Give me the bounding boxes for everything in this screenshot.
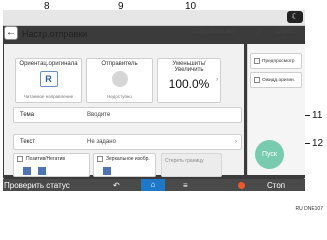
tile-sender-sub: Недоступно	[107, 94, 132, 99]
subject-row[interactable]: Тема Вводите	[13, 107, 242, 123]
negative-thumb-icon	[38, 167, 46, 175]
mirror-thumb-icon	[103, 167, 111, 175]
home-icon[interactable]: ⌂	[141, 179, 165, 191]
checkbox-icon[interactable]	[17, 156, 23, 162]
tile-orient-sub: Читаемое направление	[23, 94, 74, 99]
preview-label: Предпросмотр	[262, 59, 295, 64]
option-mirror-image[interactable]: Зеркальное изобр.	[93, 153, 156, 177]
chevron-right-icon: ›	[216, 77, 218, 83]
preview-option[interactable]: Предпросмотр	[250, 53, 302, 69]
slash-icon: ⁄⁄	[258, 27, 261, 36]
chevron-right-icon: ›	[235, 139, 237, 145]
option-posneg-label: Позитив/Негатив	[26, 156, 66, 162]
check-status-button[interactable]: Проверить статус	[4, 181, 70, 190]
start-button[interactable]: Пуск	[255, 140, 284, 169]
tile-zoom-label: Уменьшить/Увеличить	[172, 61, 206, 73]
tile-reduce-enlarge[interactable]: Уменьшить/Увеличить 100.0% ›	[157, 58, 221, 103]
wait-original-label: Ожидд.оригин.	[262, 78, 295, 83]
option-mirror-label: Зеркальное изобр.	[106, 156, 150, 162]
figure-code: RU DNE107	[295, 206, 323, 212]
person-icon	[111, 71, 128, 87]
option-erase-border[interactable]: Стереть границу	[161, 153, 222, 177]
callout-11: 11	[312, 110, 323, 121]
option-positive-negative[interactable]: Позитив/Негатив	[13, 153, 90, 177]
subject-value: Вводите	[87, 112, 111, 118]
tile-sender[interactable]: Отправитель Недоступно	[86, 58, 153, 103]
zoom-value: 100.0%	[168, 77, 210, 91]
page-title: Настр.отправки	[22, 29, 88, 39]
callout-12: 12	[312, 138, 324, 149]
moon-icon[interactable]: ☾	[287, 11, 303, 23]
orientation-r-icon: R	[39, 71, 58, 87]
option-erase-label: Стереть границу	[165, 158, 204, 164]
checkbox-icon[interactable]	[254, 58, 260, 64]
tile-original-orientation[interactable]: Ориентац.оригинала R Читаемое направлени…	[15, 58, 82, 103]
back-button[interactable]: ←	[4, 26, 18, 40]
tile-sender-label: Отправитель	[101, 61, 138, 67]
menu-icon[interactable]: ≡	[183, 181, 188, 190]
checkbox-icon[interactable]	[254, 77, 260, 83]
reset-button[interactable]: Сброс	[276, 29, 293, 35]
text-value: Не задано	[87, 139, 116, 145]
checkbox-icon[interactable]	[97, 156, 103, 162]
positive-thumb-icon	[23, 167, 31, 175]
tile-orient-label: Ориентац.оригинала	[19, 61, 78, 67]
text-row[interactable]: Текст Не задано ›	[13, 134, 242, 150]
top-bar	[3, 10, 305, 26]
chip-special-file[interactable]: Спец.файл.жат	[193, 29, 236, 35]
text-label: Текст	[20, 139, 36, 145]
subject-label: Тема	[20, 112, 35, 118]
back-arrow-icon[interactable]: ↶	[113, 181, 120, 190]
wait-original-option[interactable]: Ожидд.оригин.	[250, 72, 302, 88]
stop-icon[interactable]	[238, 182, 245, 189]
stop-button[interactable]: Стоп	[267, 181, 285, 190]
